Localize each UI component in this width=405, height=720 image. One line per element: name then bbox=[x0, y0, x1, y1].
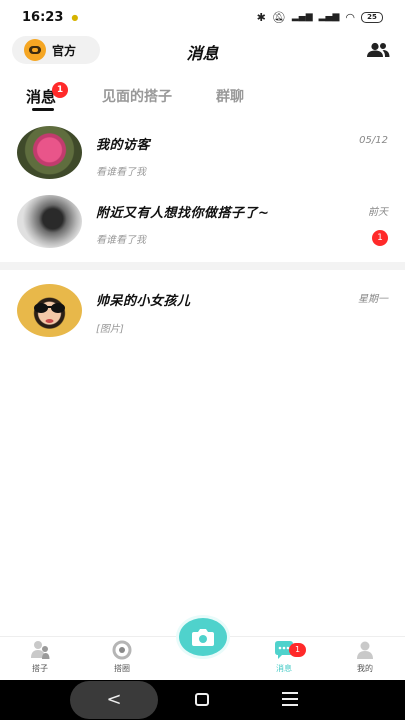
message-time: 前天 bbox=[368, 207, 388, 218]
battery-icon: 25 bbox=[361, 11, 383, 23]
wifi-icon: ◠ bbox=[345, 10, 355, 24]
tab-badge: 1 bbox=[52, 82, 69, 98]
tab-bar: 消息 1 见面的搭子 群聊 bbox=[0, 80, 405, 114]
message-time: 05/12 bbox=[359, 135, 388, 146]
status-bar: 16:23 ● ✱ 🔕︎ ▂▄▆ ▂▄▆ ◠ 25 bbox=[0, 0, 405, 34]
rose-flower-avatar bbox=[17, 126, 82, 179]
message-subtitle: [图片] bbox=[96, 324, 124, 335]
message-subtitle: 看谁看了我 bbox=[96, 167, 146, 178]
list-item[interactable]: 附近又有人想找你做搭子了~ 看谁看了我 前天 1 bbox=[0, 190, 405, 260]
unread-badge: 1 bbox=[372, 230, 388, 246]
bluetooth-icon: ✱ bbox=[256, 10, 266, 24]
message-time: 星期一 bbox=[358, 294, 388, 305]
nav-item-partners[interactable]: 搭子 bbox=[15, 639, 65, 674]
message-title: 附近又有人想找你做搭子了~ bbox=[96, 206, 270, 221]
nav-item-messages[interactable]: 消息 1 bbox=[259, 639, 309, 674]
circle-icon bbox=[112, 640, 132, 660]
system-nav-bar: < bbox=[0, 680, 405, 720]
blurred-avatar bbox=[17, 195, 82, 248]
camera-icon bbox=[192, 629, 214, 646]
nav-label: 我的 bbox=[357, 664, 373, 673]
nav-item-profile[interactable]: 我的 bbox=[340, 639, 390, 674]
home-icon[interactable] bbox=[195, 693, 209, 706]
message-title: 帅呆的小女孩儿 bbox=[96, 294, 191, 309]
nav-item-circle[interactable]: 搭圈 bbox=[97, 639, 147, 674]
camera-button[interactable] bbox=[179, 618, 227, 656]
section-divider bbox=[0, 262, 405, 270]
menu-icon[interactable] bbox=[282, 692, 298, 706]
hd-signal-icon: ▂▄▆ bbox=[291, 12, 313, 22]
list-item[interactable]: 我的访客 看谁看了我 05/12 bbox=[0, 122, 405, 192]
tab-label: 群聊 bbox=[216, 89, 244, 105]
profile-icon bbox=[357, 641, 373, 659]
page-title: 消息 bbox=[186, 44, 219, 63]
back-icon[interactable]: < bbox=[70, 681, 158, 719]
status-icons: ✱ 🔕︎ ▂▄▆ ▂▄▆ ◠ 25 bbox=[257, 11, 383, 24]
mute-icon: 🔕︎ bbox=[271, 10, 286, 24]
sunglasses-icon bbox=[34, 303, 65, 323]
hd-signal-icon: ▂▄▆ bbox=[318, 12, 340, 22]
girl-sunglasses-avatar bbox=[17, 284, 82, 337]
tab-group-chat[interactable]: 群聊 bbox=[216, 86, 244, 106]
nav-label: 消息 bbox=[276, 664, 292, 673]
message-title: 我的访客 bbox=[96, 138, 151, 153]
tab-meetups[interactable]: 见面的搭子 bbox=[102, 86, 172, 106]
notification-dot-icon: ● bbox=[71, 12, 79, 22]
status-time: 16:23 bbox=[22, 9, 64, 25]
nav-label: 搭圈 bbox=[114, 664, 130, 673]
contacts-icon[interactable] bbox=[366, 42, 390, 58]
tab-indicator bbox=[32, 108, 54, 111]
message-subtitle: 看谁看了我 bbox=[96, 235, 146, 246]
people-icon bbox=[31, 641, 50, 659]
tab-label: 见面的搭子 bbox=[102, 89, 172, 105]
tab-messages[interactable]: 消息 1 bbox=[26, 82, 69, 107]
nav-badge: 1 bbox=[289, 643, 306, 657]
list-item[interactable]: 帅呆的小女孩儿 [图片] 星期一 bbox=[0, 280, 405, 350]
header: 官方 消息 bbox=[0, 34, 405, 68]
nav-label: 搭子 bbox=[32, 664, 48, 673]
